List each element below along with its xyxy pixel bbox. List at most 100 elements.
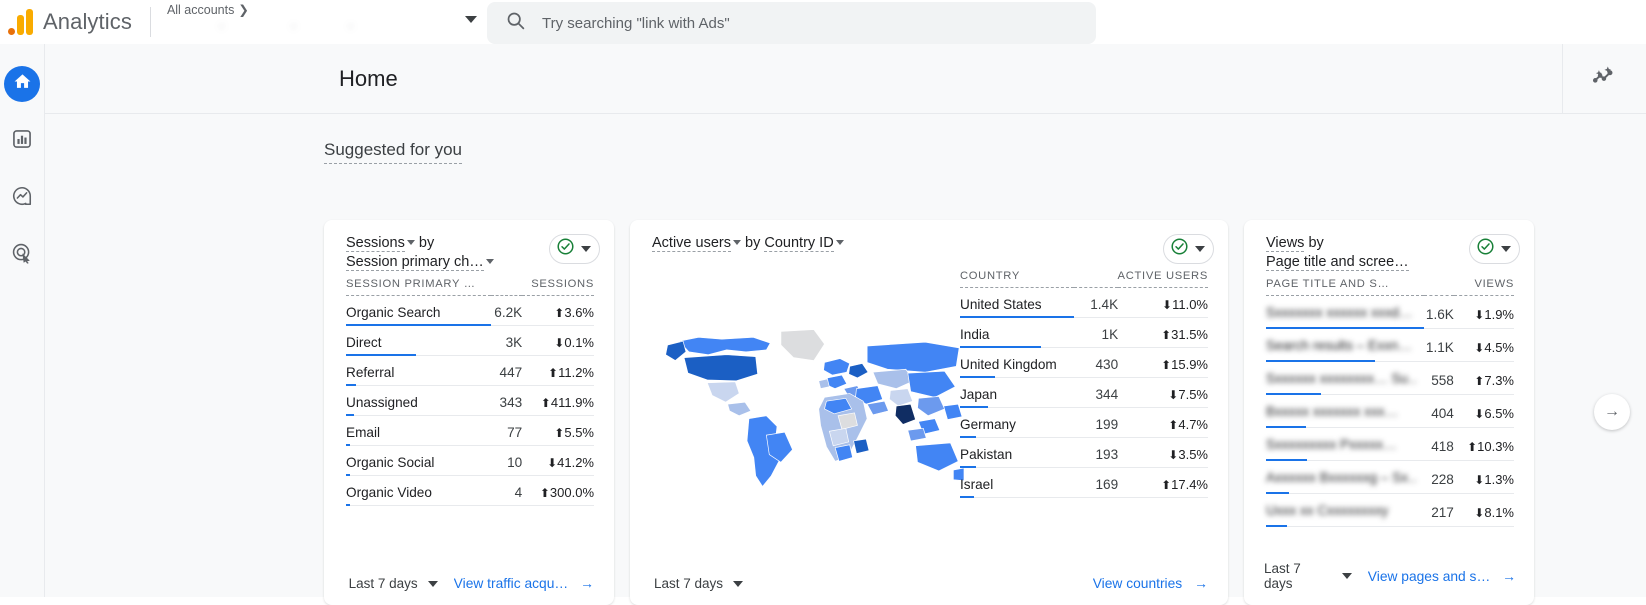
row-label: United Kingdom bbox=[960, 357, 1057, 372]
date-range-selector[interactable]: Last 7 days bbox=[349, 576, 438, 591]
card-status-badge[interactable] bbox=[1163, 234, 1214, 264]
table-row[interactable]: Sxxxxxx xxxxxxxx… Su… 558 ⬆7.3% bbox=[1266, 361, 1514, 395]
table-row[interactable]: Email 77 ⬆5.5% bbox=[346, 415, 594, 446]
table-row[interactable]: United Kingdom 430 ⬆15.9% bbox=[960, 347, 1208, 378]
table-row[interactable]: Bxxxxx xxxxxxx xxx… 404 ⬇6.5% bbox=[1266, 394, 1514, 428]
table-row[interactable]: Uxxx xx Cxxxxxxxxy 217 ⬇8.1% bbox=[1266, 493, 1514, 527]
card-metric-dropdown[interactable]: Sessions bbox=[346, 235, 405, 252]
carousel-next-button[interactable]: → bbox=[1594, 394, 1630, 430]
sidebar-item-explore[interactable] bbox=[4, 180, 40, 216]
table-row[interactable]: Organic Social 10 ⬇41.2% bbox=[346, 445, 594, 476]
row-label: Email bbox=[346, 425, 380, 440]
row-dimension-cell: Sxxxxxxxxx Pxxxxx… bbox=[1266, 427, 1425, 461]
caret-down-icon[interactable] bbox=[427, 580, 438, 587]
table-row[interactable]: India 1K ⬆31.5% bbox=[960, 317, 1208, 348]
account-selector[interactable]: All accounts ❯ · · · bbox=[167, 0, 477, 44]
row-dimension-cell: Axxxxxx Bxxxxxxg – Sx… bbox=[1266, 460, 1425, 494]
row-dimension-cell: Pakistan bbox=[960, 437, 1075, 468]
date-range-selector[interactable]: Last 7 days bbox=[1264, 561, 1352, 591]
row-value: 430 bbox=[1074, 347, 1119, 378]
card-title: Active users by Country ID bbox=[652, 234, 844, 264]
account-name-redacted: · · · bbox=[166, 18, 353, 33]
row-delta: ⬇11.0% bbox=[1118, 287, 1208, 318]
card-dimension-dropdown[interactable]: Page title and scree… bbox=[1266, 254, 1409, 271]
card-footer: Last 7 days View traffic acqu… → bbox=[324, 576, 614, 591]
page-title: Home bbox=[339, 65, 398, 91]
row-label: Referral bbox=[346, 365, 395, 380]
date-range-selector[interactable]: Last 7 days bbox=[654, 576, 744, 591]
card-title: Sessions by Session primary ch… bbox=[346, 234, 494, 272]
arrow-up-icon: ⬆ bbox=[1467, 439, 1478, 454]
table-row[interactable]: Axxxxxx Bxxxxxxg – Sx… 228 ⬇1.3% bbox=[1266, 460, 1514, 494]
row-dimension-cell: Sxxxxxxx xxxxxx xxxd… bbox=[1266, 295, 1425, 329]
account-dropdown-caret-icon[interactable] bbox=[464, 16, 477, 23]
caret-down-icon[interactable] bbox=[733, 580, 744, 587]
card-by-label: by bbox=[745, 235, 761, 251]
table-row[interactable]: United States 1.4K ⬇11.0% bbox=[960, 287, 1208, 318]
date-range-label: Last 7 days bbox=[654, 576, 724, 591]
arrow-right-icon: → bbox=[580, 576, 594, 591]
data-table: PAGE TITLE AND S… VIEWS Sxxxxxxx xxxxxx … bbox=[1266, 278, 1514, 527]
card-metric-dropdown[interactable]: Views bbox=[1266, 235, 1305, 252]
card-link-view-report[interactable]: View pages and s… → bbox=[1368, 569, 1514, 584]
sidebar-item-advertising[interactable] bbox=[4, 237, 40, 273]
row-dimension-cell: Organic Search bbox=[346, 295, 491, 326]
row-dimension-cell: Organic Social bbox=[346, 445, 491, 476]
card-status-badge[interactable] bbox=[549, 234, 600, 264]
table-row[interactable]: Germany 199 ⬆4.7% bbox=[960, 407, 1208, 438]
table-row[interactable]: Japan 344 ⬇7.5% bbox=[960, 377, 1208, 408]
table-row[interactable]: Search results – Exxn… 1.1K ⬇4.5% bbox=[1266, 328, 1514, 362]
arrow-down-icon: ⬇ bbox=[1168, 388, 1179, 402]
search-input[interactable] bbox=[542, 14, 1062, 32]
row-label: Search results – Exxn… bbox=[1266, 338, 1412, 353]
caret-down-icon[interactable] bbox=[1341, 573, 1352, 579]
arrow-down-icon: ⬇ bbox=[1474, 340, 1485, 355]
table-row[interactable]: Direct 3K ⬇0.1% bbox=[346, 325, 594, 356]
sidebar-item-reports[interactable] bbox=[4, 123, 40, 159]
card-link-view-report[interactable]: View countries → bbox=[1093, 576, 1208, 591]
card-link-view-report[interactable]: View traffic acqu… → bbox=[454, 576, 594, 591]
row-dimension-cell: Direct bbox=[346, 325, 491, 356]
table-row[interactable]: Organic Search 6.2K ⬆3.6% bbox=[346, 295, 594, 326]
sidebar-item-home[interactable] bbox=[4, 66, 40, 102]
table-row[interactable]: Referral 447 ⬆11.2% bbox=[346, 355, 594, 386]
card-status-badge[interactable] bbox=[1469, 234, 1520, 264]
row-delta: ⬆15.9% bbox=[1118, 347, 1208, 378]
caret-down-icon[interactable] bbox=[732, 240, 741, 245]
card-metric-dropdown[interactable]: Active users bbox=[652, 235, 731, 252]
table-row[interactable]: Sxxxxxxxxx Pxxxxx… 418 ⬆10.3% bbox=[1266, 427, 1514, 461]
badge-caret-icon[interactable] bbox=[1195, 246, 1205, 252]
row-delta: ⬇3.5% bbox=[1118, 437, 1208, 468]
caret-down-icon[interactable] bbox=[485, 259, 494, 264]
arrow-down-icon: ⬇ bbox=[554, 336, 565, 350]
table-row[interactable]: Unassigned 343 ⬆411.9% bbox=[346, 385, 594, 416]
card-active-users-by-country: Active users by Country ID COUNTRY ACTIV… bbox=[630, 220, 1228, 605]
top-bar: Analytics All accounts ❯ · · · bbox=[0, 0, 1646, 44]
card-views-by-page-title: Views by Page title and scree… PAGE TITL… bbox=[1244, 220, 1534, 605]
insights-button[interactable] bbox=[1562, 44, 1646, 113]
search-bar[interactable] bbox=[487, 2, 1096, 44]
table-row[interactable]: Sxxxxxxx xxxxxx xxxd… 1.6K ⬇1.9% bbox=[1266, 295, 1514, 329]
arrow-up-icon: ⬆ bbox=[554, 306, 565, 320]
row-delta: ⬇1.9% bbox=[1453, 295, 1514, 329]
caret-down-icon[interactable] bbox=[835, 240, 844, 245]
world-map-choropleth[interactable] bbox=[654, 278, 965, 538]
table-row[interactable]: Organic Video 4 ⬆300.0% bbox=[346, 475, 594, 506]
row-value: 1K bbox=[1074, 317, 1119, 348]
caret-down-icon[interactable] bbox=[406, 240, 415, 245]
table-header-row: PAGE TITLE AND S… VIEWS bbox=[1266, 278, 1514, 296]
card-dimension-dropdown[interactable]: Session primary ch… bbox=[346, 254, 484, 271]
arrow-down-icon: ⬇ bbox=[1474, 472, 1485, 487]
card-dimension-dropdown[interactable]: Country ID bbox=[764, 235, 834, 252]
row-label: Sxxxxxx xxxxxxxx… Su… bbox=[1266, 371, 1416, 386]
row-label: Japan bbox=[960, 387, 998, 402]
row-delta: ⬇41.2% bbox=[522, 445, 594, 476]
table-row[interactable]: Pakistan 193 ⬇3.5% bbox=[960, 437, 1208, 468]
badge-caret-icon[interactable] bbox=[1501, 246, 1511, 252]
row-delta: ⬆11.2% bbox=[522, 355, 594, 386]
arrow-up-icon: ⬆ bbox=[554, 426, 565, 440]
row-delta: ⬆7.3% bbox=[1453, 361, 1514, 395]
badge-caret-icon[interactable] bbox=[581, 246, 591, 252]
table-row[interactable]: Israel 169 ⬆17.4% bbox=[960, 467, 1208, 498]
row-value: 217 bbox=[1424, 493, 1454, 527]
